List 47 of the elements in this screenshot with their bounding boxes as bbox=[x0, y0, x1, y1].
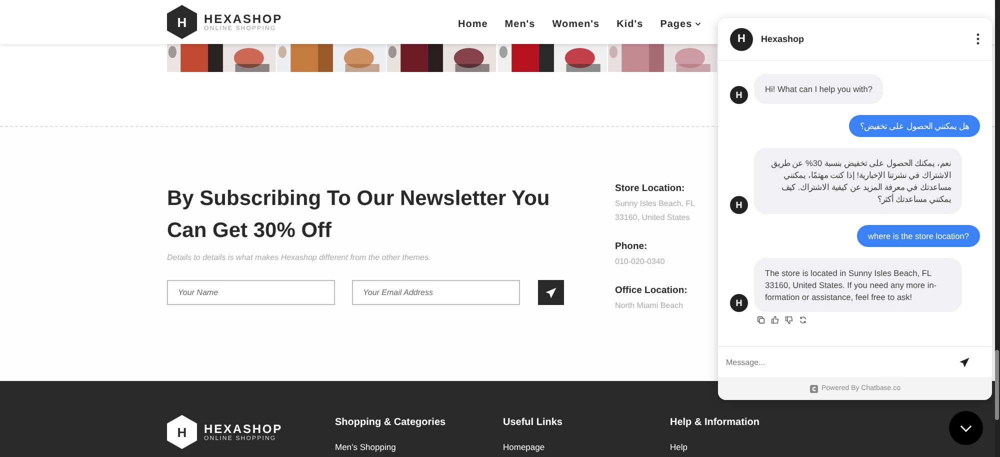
bot-avatar: H bbox=[730, 294, 748, 312]
thumbs-up-icon[interactable] bbox=[771, 316, 779, 324]
contact-label: Office Location: bbox=[615, 285, 688, 296]
user-message: هل يمكنني الحصول على تخفيض؟ bbox=[848, 115, 980, 137]
footer-link[interactable]: Men’s Shopping bbox=[335, 442, 503, 452]
refresh-icon[interactable] bbox=[799, 316, 807, 324]
copy-icon[interactable] bbox=[757, 316, 765, 324]
contact-value: 010-020-0340 bbox=[615, 256, 666, 268]
newsletter-subtitle: Details to details is what makes Hexashop different from the other themes. bbox=[167, 253, 432, 262]
caret-icon bbox=[695, 22, 702, 26]
nav-link[interactable]: Home bbox=[458, 18, 488, 30]
thumbs-down-icon[interactable] bbox=[785, 316, 793, 324]
footer-heading: Useful Links bbox=[503, 417, 564, 428]
logo-icon: H bbox=[167, 415, 197, 449]
more-icon[interactable] bbox=[976, 33, 980, 45]
nav-link[interactable]: Pages bbox=[660, 18, 702, 30]
user-message: where is the store location? bbox=[856, 225, 980, 247]
bot-message: The store is located in Sunny Isles Beach, FL 33160, United States. If you need any more in-formation or assistance, feel free to ask! bbox=[754, 258, 962, 312]
contact-label: Store Location: bbox=[615, 183, 686, 194]
logo-name: HEXASHOP bbox=[204, 422, 283, 436]
newsletter-heading: By Subscribing To Our Newsletter You Can Get 30% Off bbox=[167, 186, 551, 244]
logo-name: HEXASHOP bbox=[204, 12, 283, 26]
footer-link[interactable]: Homepage bbox=[503, 442, 670, 452]
nav-link[interactable]: Men's bbox=[504, 18, 536, 30]
email-field[interactable]: Your Email Address bbox=[352, 280, 520, 305]
name-field[interactable]: Your Name bbox=[167, 280, 335, 305]
bot-avatar: H bbox=[730, 196, 748, 214]
footer-heading: Shopping & Categories bbox=[335, 417, 447, 428]
contact-value: North Miami Beach bbox=[615, 300, 684, 312]
subscribe-button[interactable] bbox=[538, 280, 564, 305]
bot-message: نعم، يمكنك الحصول على تخفيض بنسبة 30% عن طريق الاشتراك في نشرتنا الإخبارية! إذا كنت مهتمًا، يمكنني مساعدتك في معرفة المزيد عن كيفية الاشتراك. كيف يمكنني مساعدتك أكثر؟ bbox=[754, 148, 962, 214]
footer-heading: Help & Information bbox=[670, 417, 760, 428]
chevron-down-icon bbox=[960, 424, 972, 432]
scrollbar[interactable] bbox=[995, 0, 1000, 457]
chatbase-logo-icon bbox=[810, 384, 818, 392]
send-icon[interactable] bbox=[959, 356, 970, 368]
contact-label: Phone: bbox=[615, 241, 648, 252]
nav-link[interactable]: Kid's bbox=[616, 18, 644, 30]
footer-link[interactable]: Help bbox=[670, 442, 870, 452]
nav-link[interactable]: Women's bbox=[552, 18, 600, 30]
send-icon bbox=[545, 286, 557, 298]
contact-value: Sunny Isles Beach, FL 33160, United States bbox=[615, 198, 696, 224]
bot-message: Hi! What can I help you with? bbox=[754, 74, 884, 104]
chat-title: Hexashop bbox=[761, 34, 806, 44]
bot-avatar: H bbox=[730, 86, 748, 104]
logo-icon: H bbox=[167, 5, 197, 39]
bot-avatar: H bbox=[730, 28, 753, 50]
